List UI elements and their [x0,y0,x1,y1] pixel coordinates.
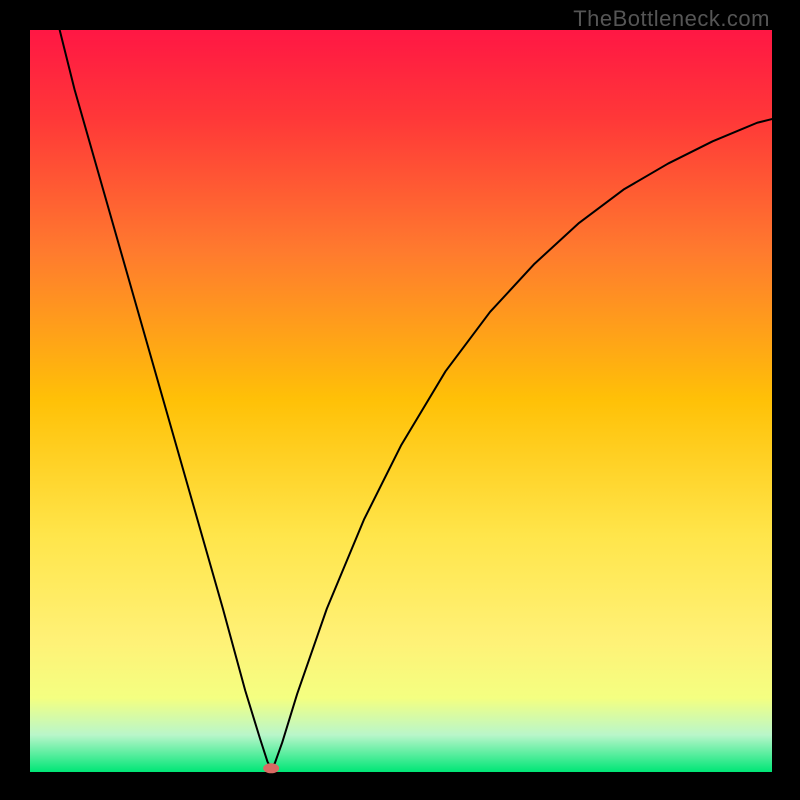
plot-background [30,30,772,772]
optimal-point-marker [263,763,279,773]
chart-container: TheBottleneck.com [0,0,800,800]
watermark-text: TheBottleneck.com [573,6,770,32]
bottleneck-chart [0,0,800,800]
